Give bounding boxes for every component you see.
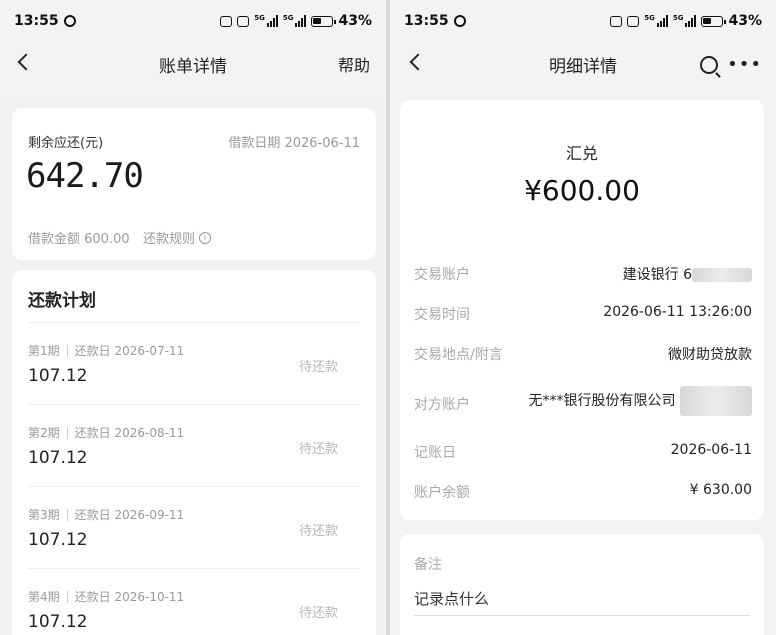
plan-row[interactable]: 第1期 还款日 2026-07-11 107.12 待还款 <box>12 322 376 404</box>
nav-bar: 账单详情 帮助 <box>0 42 386 86</box>
alarm-icon <box>63 15 76 27</box>
signal-icon: 5G <box>283 15 307 27</box>
plan-row[interactable]: 第2期 还款日 2026-08-11 107.12 待还款 <box>12 404 376 486</box>
repay-rules-link[interactable]: 还款规则 i <box>143 228 212 247</box>
installment-amount: 107.12 <box>28 530 88 550</box>
memo-input[interactable] <box>414 582 750 616</box>
page-title: 账单详情 <box>159 56 227 77</box>
period-label: 第1期 <box>28 344 60 358</box>
detail-key: 交易地点/附言 <box>414 347 503 363</box>
headphone-icon <box>220 15 233 27</box>
repayment-plan-card: 还款计划 第1期 还款日 2026-07-11 107.12 待还款 第2期 还款日… <box>12 270 376 635</box>
plan-row[interactable]: 第4期 还款日 2026-10-11 107.12 待还款 <box>12 568 376 635</box>
detail-row-time: 交易时间 2026-06-11 13:26:00 <box>400 302 764 326</box>
status-time: 13:55 <box>14 13 59 29</box>
installment-amount: 107.12 <box>28 448 88 468</box>
detail-value: 2026-06-11 13:26:00 <box>603 304 752 320</box>
redacted-block <box>692 268 752 282</box>
nav-bar: 明细详情 ••• <box>390 42 776 86</box>
detail-key: 交易账户 <box>414 267 470 283</box>
memo-label: 备注 <box>414 557 442 573</box>
help-button[interactable]: 帮助 <box>338 52 370 76</box>
installment-amount: 107.12 <box>28 612 88 632</box>
battery-percent: 43% <box>728 13 762 29</box>
installment-status: 待还款 <box>298 442 338 457</box>
transaction-amount: ¥600.00 <box>524 174 640 207</box>
plan-title: 还款计划 <box>28 291 96 311</box>
detail-key: 账户余额 <box>414 485 470 501</box>
more-icon[interactable]: ••• <box>727 54 762 75</box>
info-icon[interactable]: i <box>199 231 212 244</box>
status-bar: 13:55 5G 5G 43% <box>390 0 776 42</box>
loan-amount: 借款金额 600.00 <box>28 232 130 247</box>
transaction-detail-card: 汇兑 ¥600.00 交易账户 建设银行 6 交易时间 2026-06-11 1… <box>400 100 764 520</box>
plan-row[interactable]: 第3期 还款日 2026-09-11 107.12 待还款 <box>12 486 376 568</box>
headphone-icon <box>610 15 623 27</box>
memo-card: 备注 <box>400 534 764 635</box>
transaction-detail-screen: 13:55 5G 5G 43% 明细详情 ••• 汇兑 ¥600.00 交易账户… <box>390 0 776 635</box>
detail-value: 2026-06-11 <box>670 442 752 458</box>
status-bar: 13:55 5G 5G 43% <box>0 0 386 42</box>
summary-card: 剩余应还(元) 借款日期 2026-06-11 642.70 借款金额 600.… <box>12 108 376 260</box>
loan-date: 借款日期 2026-06-11 <box>228 136 360 151</box>
detail-row-memo: 交易地点/附言 微财助贷放款 <box>400 342 764 366</box>
alarm-icon <box>453 15 466 27</box>
detail-row-balance: 账户余额 ¥ 630.00 <box>400 480 764 504</box>
period-label: 第2期 <box>28 426 60 440</box>
repay-rules-label: 还款规则 <box>143 232 196 247</box>
due-date: 还款日 2026-07-11 <box>74 344 185 358</box>
detail-value: 建设银行 6 <box>622 267 692 283</box>
installment-status: 待还款 <box>298 606 338 621</box>
remaining-amount: 642.70 <box>26 156 144 196</box>
battery-icon <box>701 15 727 27</box>
detail-row-counterparty: 对方账户 无***银行股份有限公司 <box>400 384 764 420</box>
due-date: 还款日 2026-09-11 <box>74 508 185 522</box>
vibrate-icon <box>237 15 250 27</box>
battery-icon <box>311 15 337 27</box>
installment-amount: 107.12 <box>28 366 88 386</box>
installment-status: 待还款 <box>298 360 338 375</box>
signal-icon: 5G <box>673 15 697 27</box>
bill-detail-screen: 13:55 5G 5G 43% 账单详情 帮助 剩余应还(元) 借款日期 202… <box>0 0 386 635</box>
detail-value: 微财助贷放款 <box>668 347 752 363</box>
transaction-type: 汇兑 <box>565 144 598 163</box>
detail-key: 对方账户 <box>414 397 470 413</box>
detail-value: ¥ 630.00 <box>689 482 752 498</box>
due-date: 还款日 2026-10-11 <box>74 590 185 604</box>
detail-row-account: 交易账户 建设银行 6 <box>400 262 764 286</box>
installment-status: 待还款 <box>298 524 338 539</box>
signal-icon: 5G <box>644 15 668 27</box>
status-time: 13:55 <box>404 13 449 29</box>
battery-percent: 43% <box>338 13 372 29</box>
detail-row-post-date: 记账日 2026-06-11 <box>400 440 764 464</box>
period-label: 第3期 <box>28 508 60 522</box>
redacted-block <box>680 386 752 416</box>
signal-icon: 5G <box>254 15 278 27</box>
detail-key: 交易时间 <box>414 307 470 323</box>
period-label: 第4期 <box>28 590 60 604</box>
vibrate-icon <box>627 15 640 27</box>
remaining-label: 剩余应还(元) <box>28 136 104 151</box>
detail-key: 记账日 <box>414 445 456 461</box>
search-icon[interactable] <box>700 56 718 74</box>
due-date: 还款日 2026-08-11 <box>74 426 185 440</box>
detail-value: 无***银行股份有限公司 <box>528 393 680 409</box>
